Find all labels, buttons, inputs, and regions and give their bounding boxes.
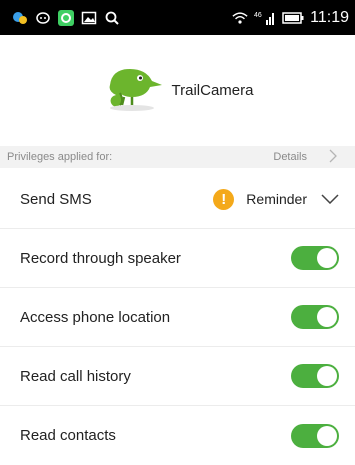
toggle-knob [317,248,337,268]
permission-toggle[interactable] [291,423,339,448]
permission-label: Access phone location [20,308,171,326]
status-bar-right-icons: 46 11:19 [232,9,349,27]
privileges-title: Privileges applied for: [7,151,113,163]
dropdown-value: Reminder [246,191,307,207]
reminder-dropdown[interactable]: ! Reminder [213,188,339,210]
permission-row-contacts: Read contacts [0,406,355,465]
status-time: 11:19 [310,8,349,26]
messenger-icon [35,10,51,26]
permission-label: Send SMS [20,190,92,208]
permission-toggle[interactable] [291,246,339,270]
permission-label: Read contacts [20,427,116,444]
privileges-header: Privileges applied for: Details [0,146,355,168]
permission-row-call-history: Read call history [0,347,355,406]
app-name: TrailCamera [171,81,254,99]
permission-toggle[interactable] [291,364,339,388]
search-icon [104,10,120,26]
wifi-icon [232,10,248,26]
gallery-icon [81,10,97,26]
signal-icon: 46 [254,10,276,26]
battery-icon [282,10,304,26]
app-header: TrailCamera [0,62,355,118]
details-link[interactable]: Details [273,149,337,166]
chameleon-icon [102,63,164,118]
chevron-down-icon [321,191,339,208]
app-icon [12,10,28,26]
permission-row-phone-location: Access phone location [0,288,355,347]
warning-icon: ! [213,188,235,210]
status-bar-left-icons [12,9,120,26]
toggle-knob [317,425,337,446]
permission-row-record-speaker: Record through speaker [0,229,355,288]
toggle-knob [317,366,337,386]
details-label: Details [273,151,307,163]
status-bar: 46 11:19 [0,0,355,35]
permission-label: Read call history [20,367,131,385]
toggle-knob [317,307,337,327]
svg-text:46: 46 [254,12,262,19]
permission-toggle[interactable] [291,305,339,329]
qq-icon [58,9,74,26]
permission-row-send-sms: Send SMS ! Reminder [0,170,355,229]
permission-label: Record through speaker [20,249,181,267]
chevron-right-icon [329,149,337,166]
